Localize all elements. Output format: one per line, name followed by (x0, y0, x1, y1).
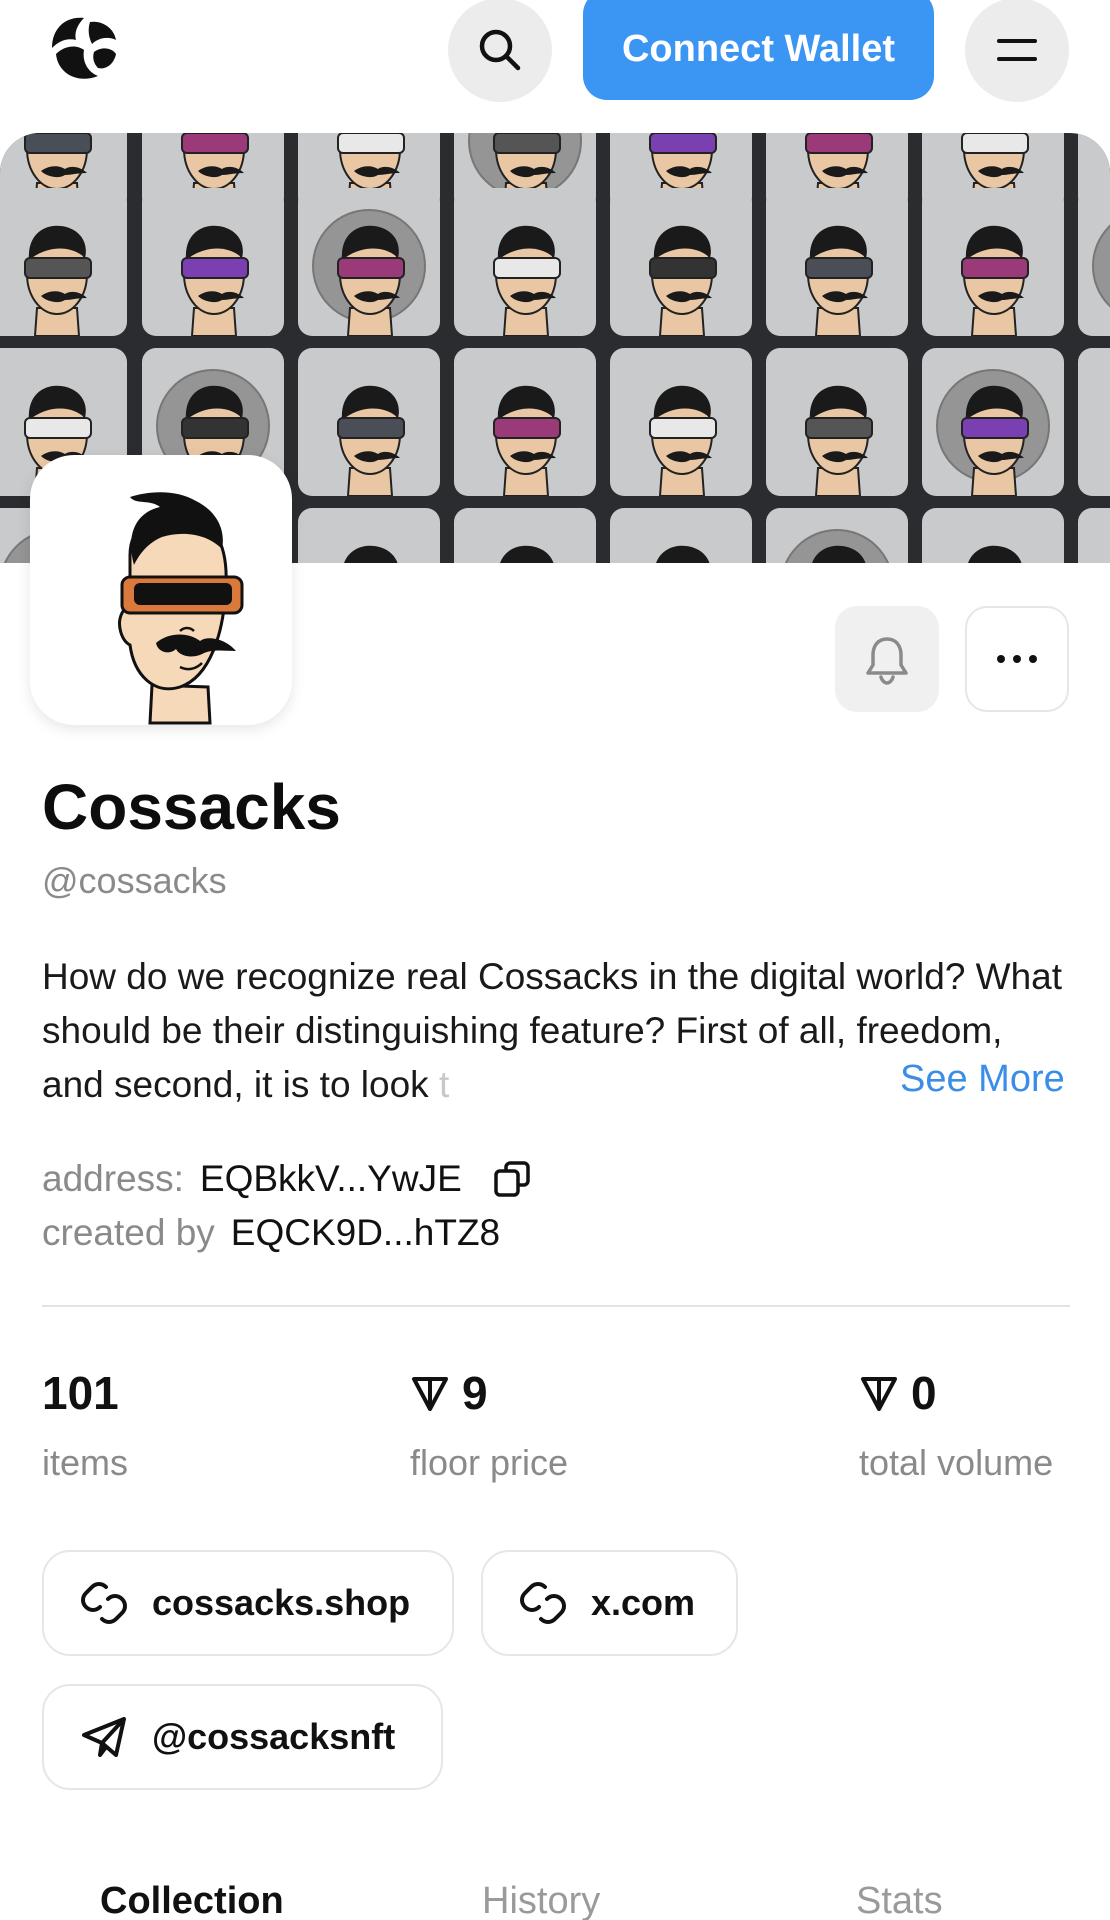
menu-button[interactable] (965, 0, 1069, 102)
collection-name: Cossacks (42, 771, 341, 843)
address-row: address: EQBkkV...YwJE (42, 1158, 532, 1200)
address-value: EQBkkV...YwJE (199, 1158, 462, 1199)
link-icon (520, 1582, 566, 1624)
banner-nft-tile (610, 348, 752, 496)
tab-history[interactable]: History (482, 1880, 600, 1920)
banner-nft-tile (1078, 188, 1110, 336)
banner-nft-tile (454, 508, 596, 563)
banner-nft-tile (610, 188, 752, 336)
telegram-icon (82, 1717, 126, 1757)
copy-icon[interactable] (492, 1159, 532, 1199)
banner-nft-tile (922, 348, 1064, 496)
banner-nft-tile (766, 188, 908, 336)
link-x[interactable]: x.com (481, 1550, 738, 1656)
tab-stats[interactable]: Stats (856, 1880, 943, 1920)
banner-nft-tile (298, 348, 440, 496)
floor-price-value: 9 (462, 1367, 488, 1419)
banner-nft-tile (922, 188, 1064, 336)
items-count: 101 (42, 1367, 119, 1419)
banner-nft-tile (922, 508, 1064, 563)
ton-icon (861, 1377, 897, 1411)
tab-collection[interactable]: Collection (100, 1880, 284, 1920)
collection-tabs: Collection History Stats (0, 1880, 1110, 1920)
link-label: @cossacksnft (152, 1716, 396, 1757)
banner-nft-tile (1078, 508, 1110, 563)
description-fade: t (428, 1064, 450, 1105)
banner-nft-tile (298, 508, 440, 563)
stat-items: 101 items (42, 1366, 128, 1484)
link-label: x.com (591, 1582, 696, 1623)
total-volume-label: total volume (859, 1442, 1054, 1483)
link-telegram[interactable]: @cossacksnft (42, 1684, 443, 1790)
banner-nft-tile (454, 348, 596, 496)
banner-nft-tile (0, 188, 127, 336)
link-website[interactable]: cossacks.shop (42, 1550, 454, 1656)
link-icon (81, 1582, 127, 1624)
banner-nft-tile (766, 348, 908, 496)
stat-floor-price: 9 floor price (410, 1366, 568, 1484)
floor-price-label: floor price (410, 1442, 569, 1483)
collection-avatar (30, 455, 292, 725)
bell-icon (866, 637, 908, 685)
collection-handle: @cossacks (42, 860, 227, 901)
getgems-logo-icon[interactable] (44, 8, 124, 88)
link-label: cossacks.shop (152, 1582, 411, 1623)
see-more-link[interactable]: See More (892, 1058, 1065, 1101)
divider (42, 1305, 1070, 1307)
banner-nft-tile (610, 508, 752, 563)
creator-row: created by EQCK9D...hTZ8 (42, 1212, 500, 1254)
address-label: address: (42, 1158, 184, 1199)
connect-wallet-button[interactable]: Connect Wallet (583, 0, 934, 100)
creator-address[interactable]: EQCK9D...hTZ8 (231, 1212, 500, 1254)
banner-nft-tile (766, 508, 908, 563)
total-volume-value: 0 (911, 1367, 937, 1419)
banner-nft-tile (142, 188, 284, 336)
stat-total-volume: 0 total volume (859, 1366, 1053, 1484)
more-dots-icon (997, 655, 1037, 663)
banner-nft-tile (454, 188, 596, 336)
ton-icon (412, 1377, 448, 1411)
banner-nft-tile (298, 188, 440, 336)
search-icon (479, 29, 521, 71)
created-label: created by (42, 1212, 215, 1253)
menu-icon (997, 39, 1037, 61)
more-options-button[interactable] (965, 606, 1069, 712)
notify-button[interactable] (835, 606, 939, 712)
top-bar: Connect Wallet (0, 0, 1110, 110)
items-label: items (42, 1442, 129, 1483)
search-button[interactable] (448, 0, 552, 102)
banner-nft-tile (1078, 348, 1110, 496)
